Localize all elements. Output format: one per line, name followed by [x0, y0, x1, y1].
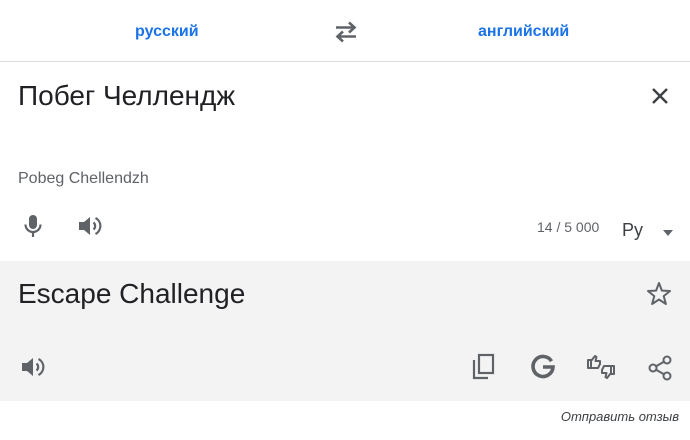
- save-translation-button[interactable]: [645, 280, 673, 308]
- chevron-down-icon: [663, 230, 673, 236]
- target-language-button[interactable]: английский: [478, 20, 569, 44]
- keyboard-label: Py: [622, 220, 644, 240]
- speaker-icon: [22, 358, 45, 376]
- transliteration: Pobeg Chellendzh: [18, 170, 149, 187]
- google-search-button[interactable]: [529, 353, 557, 381]
- feedback-icon: [587, 355, 615, 379]
- speaker-icon: [79, 217, 102, 235]
- microphone-button[interactable]: [20, 212, 46, 240]
- source-language-button[interactable]: русский: [135, 20, 199, 44]
- close-icon: [652, 88, 668, 104]
- swap-arrows-icon: [335, 21, 357, 43]
- send-feedback-link[interactable]: Отправить отзыв: [561, 409, 679, 424]
- target-panel: Escape Challenge: [0, 261, 690, 401]
- character-count: 14 / 5 000: [537, 219, 600, 235]
- share-button[interactable]: [647, 354, 673, 382]
- source-text-input[interactable]: Побег Челлендж: [18, 79, 235, 113]
- star-icon: [647, 282, 671, 305]
- clear-button[interactable]: [646, 82, 674, 110]
- google-icon: [531, 354, 555, 379]
- copy-icon: [472, 353, 495, 380]
- swap-languages-button[interactable]: [331, 18, 361, 46]
- microphone-icon: [24, 215, 42, 237]
- source-panel: Побег Челлендж Pobeg Chellendzh 14 / 5 0…: [0, 62, 690, 261]
- target-speaker-button[interactable]: [19, 354, 47, 380]
- share-icon: [648, 355, 672, 381]
- rate-translation-button[interactable]: [585, 351, 617, 383]
- language-bar: русский английский: [0, 0, 690, 62]
- source-speaker-button[interactable]: [76, 213, 104, 239]
- translation-text: Escape Challenge: [18, 278, 246, 309]
- copy-button[interactable]: [470, 352, 498, 382]
- dropdown-caret: [662, 228, 674, 238]
